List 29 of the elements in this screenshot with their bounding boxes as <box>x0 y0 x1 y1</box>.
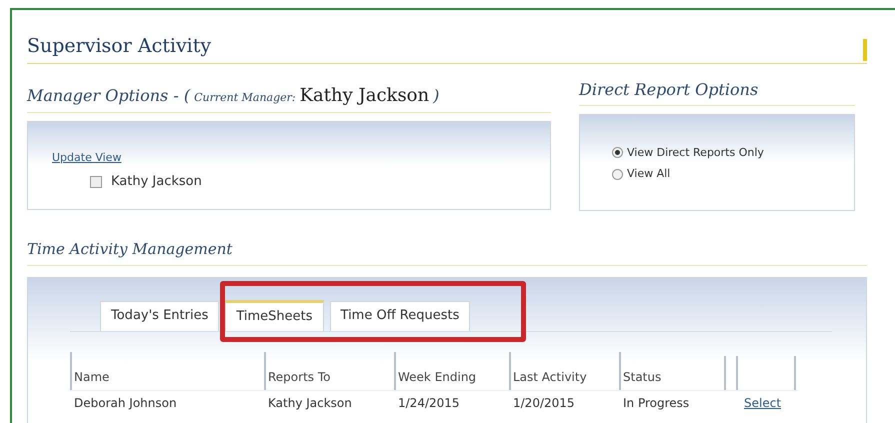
page-title: Supervisor Activity <box>27 34 212 59</box>
tab[interactable]: TimeSheets <box>225 300 324 330</box>
update-view-link[interactable]: Update View <box>52 150 550 166</box>
section-heading: Direct Report Options <box>579 80 758 98</box>
table-cell-text: Deborah Johnson <box>73 395 178 412</box>
column-header: Week Ending <box>394 352 509 390</box>
checkbox-label: Kathy Jackson <box>111 173 202 191</box>
table-cell-text: Kathy Jackson <box>267 395 353 412</box>
select-link[interactable]: Select <box>744 394 782 412</box>
table-cell-text: 1/20/2015 <box>512 395 576 412</box>
column-header: Last Activity <box>509 352 619 390</box>
current-manager-name: Kathy Jackson <box>300 84 430 108</box>
table-cell-text: In Progress <box>622 395 690 412</box>
heading-paren: ) <box>433 84 440 106</box>
column-header: Status <box>619 352 724 390</box>
radio-label: View All <box>627 166 670 182</box>
column-header: Reports To <box>264 352 394 390</box>
section-heading: Time Activity Management <box>27 240 232 258</box>
radio-button[interactable] <box>612 147 623 158</box>
current-manager-label: Current Manager: <box>194 90 296 106</box>
table-cell-text: 1/24/2015 <box>397 395 461 412</box>
radio-label: View Direct Reports Only <box>627 144 764 160</box>
tab[interactable]: Time Off Requests <box>330 300 470 330</box>
accent-bar <box>863 38 867 60</box>
tab[interactable]: Today's Entries <box>100 300 220 330</box>
column-header: Name <box>70 352 264 390</box>
radio-button[interactable] <box>612 168 623 180</box>
checkbox[interactable] <box>90 176 102 188</box>
section-heading: Manager Options - ( <box>27 84 190 106</box>
